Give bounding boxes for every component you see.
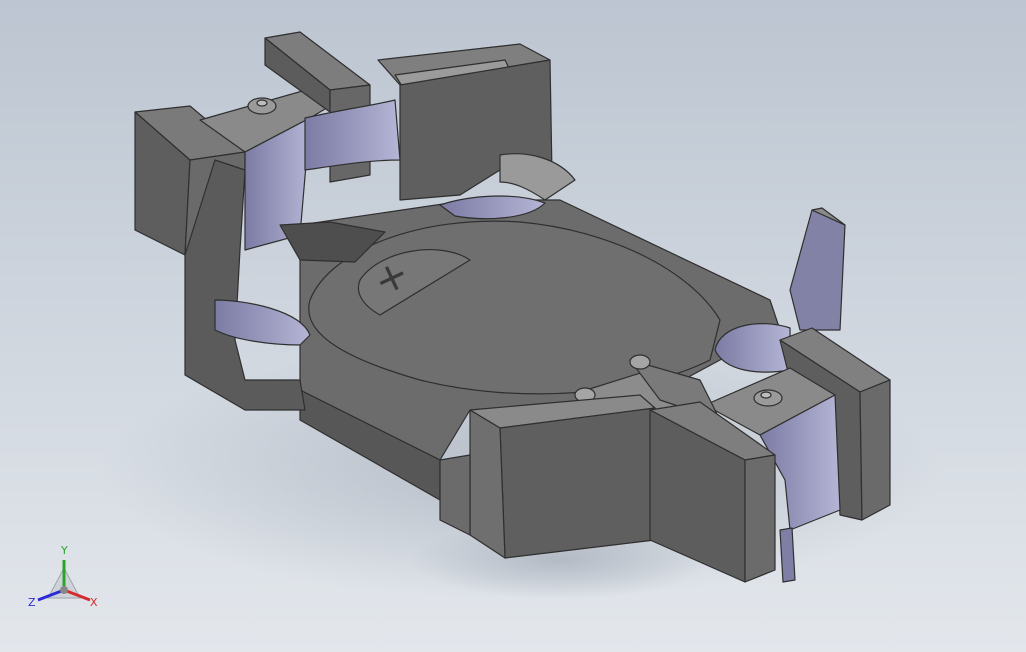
triad-y-label: Y (60, 544, 68, 557)
rear-contact-dimple-inner (256, 99, 268, 107)
front-retainer-side (469, 409, 506, 559)
right-terminal-side (859, 379, 891, 521)
front-terminal-side (744, 454, 776, 583)
3d-viewport[interactable]: + Y X Z (0, 0, 1026, 652)
front-spring-rivet-2 (629, 354, 651, 370)
cad-canvas[interactable]: + Y X Z (0, 0, 1026, 652)
solder-pin (779, 527, 796, 583)
front-retainer-front (499, 407, 656, 559)
triad-z-label: Z (28, 596, 36, 609)
triad-origin (60, 586, 68, 594)
triad-x-label: X (90, 596, 98, 609)
right-contact-dimple-inner (760, 391, 772, 399)
